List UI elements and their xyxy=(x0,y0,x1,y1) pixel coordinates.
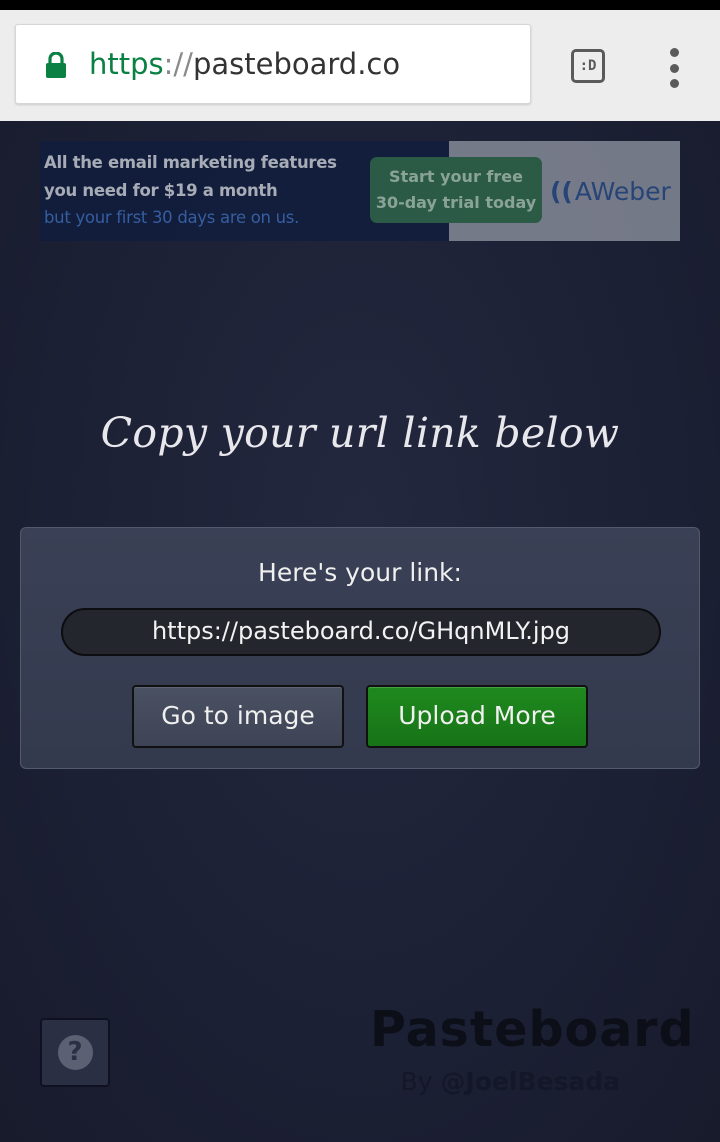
lock-icon xyxy=(46,52,66,78)
page-content: All the email marketing features you nee… xyxy=(0,121,720,1142)
status-bar xyxy=(0,0,720,10)
site-brand: Pasteboard xyxy=(370,1001,695,1058)
ad-headline: All the email marketing features xyxy=(44,153,337,172)
aweber-logo-icon: (( xyxy=(550,177,573,206)
overflow-menu-icon[interactable] xyxy=(660,48,688,88)
url-text[interactable]: https://pasteboard.co xyxy=(89,47,400,81)
link-label: Here's your link: xyxy=(258,558,462,587)
ad-cta-line1: Start your free xyxy=(389,167,523,186)
ad-cta-line2: 30-day trial today xyxy=(375,193,537,212)
byline-prefix: By xyxy=(400,1067,433,1096)
page-heading: Copy your url link below xyxy=(100,409,620,457)
ad-price-line: you need for $19 a month xyxy=(44,181,278,200)
url-host: pasteboard.co xyxy=(192,47,401,81)
author-handle-link[interactable]: @JoelBesada xyxy=(440,1067,620,1096)
ad-cta-button[interactable]: Start your free 30-day trial today xyxy=(370,157,542,223)
tab-switcher-button[interactable]: :D xyxy=(571,49,605,83)
question-circle-icon: ? xyxy=(57,1035,93,1070)
author-byline: By @JoelBesada xyxy=(370,1067,620,1096)
url-separator: :// xyxy=(163,47,193,81)
ad-banner[interactable]: All the email marketing features you nee… xyxy=(40,141,680,241)
address-bar[interactable]: https://pasteboard.co xyxy=(15,24,531,104)
ad-logo: ((AWeber xyxy=(550,177,671,206)
link-panel: Here's your link: https://pasteboard.co/… xyxy=(20,527,700,769)
link-url-field[interactable]: https://pasteboard.co/GHqnMLY.jpg xyxy=(61,608,661,656)
go-to-image-button[interactable]: Go to image xyxy=(132,685,344,748)
url-scheme: https xyxy=(89,47,164,81)
menu-dot xyxy=(669,48,679,57)
upload-more-button[interactable]: Upload More xyxy=(366,685,588,748)
help-button[interactable]: ? xyxy=(40,1018,110,1087)
menu-dot xyxy=(669,79,679,88)
menu-dot xyxy=(669,63,679,73)
ad-offer-line: but your first 30 days are on us. xyxy=(44,208,300,227)
ad-brand-name: AWeber xyxy=(574,177,671,206)
browser-toolbar: https://pasteboard.co :D xyxy=(0,10,720,121)
